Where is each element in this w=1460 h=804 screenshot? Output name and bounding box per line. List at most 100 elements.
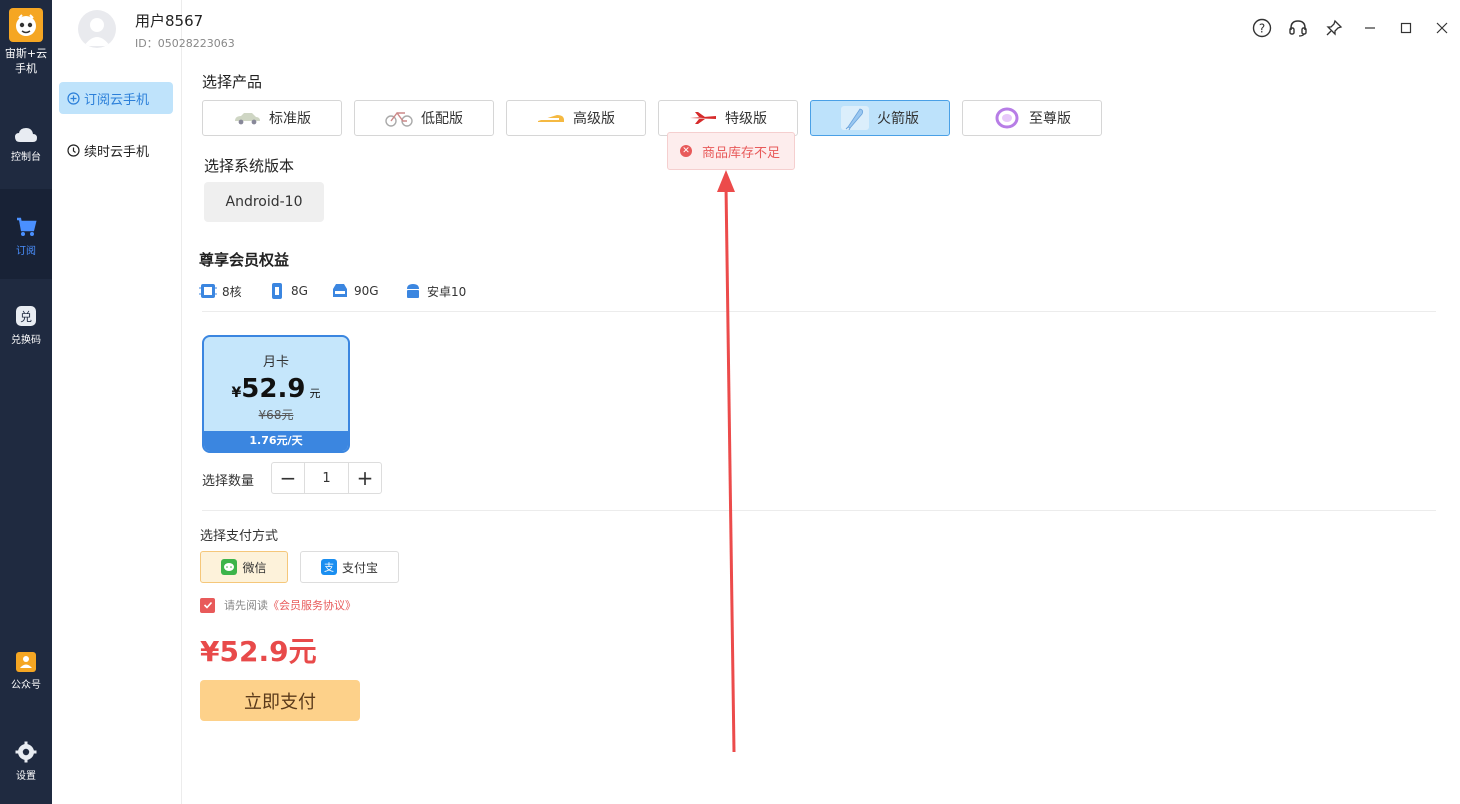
nav-redeem-label: 兑换码 xyxy=(11,335,41,346)
plane-icon xyxy=(689,106,717,130)
product-premium[interactable]: 特级版 xyxy=(658,100,798,136)
divider xyxy=(202,510,1436,511)
username: 用户8567 xyxy=(135,12,204,30)
maximize-button[interactable] xyxy=(1388,14,1424,42)
payment-wechat[interactable]: 微信 xyxy=(200,551,288,583)
cloud-icon xyxy=(15,128,37,142)
train-icon xyxy=(537,106,565,130)
plan-original-price: ¥68元 xyxy=(258,408,294,422)
support-button[interactable] xyxy=(1280,14,1316,42)
product-supreme[interactable]: 至尊版 xyxy=(962,100,1102,136)
plan-price-unit: 元 xyxy=(309,387,321,400)
benefit-android: 安卓10 xyxy=(404,282,466,300)
agreement-checkbox[interactable] xyxy=(200,597,215,613)
benefit-storage: 90G xyxy=(331,282,379,300)
pin-button[interactable] xyxy=(1316,14,1352,42)
benefit-storage-label: 90G xyxy=(354,284,379,298)
svg-text:兑: 兑 xyxy=(20,310,32,324)
benefits-title: 尊享会员权益 xyxy=(199,251,290,269)
error-icon: ✕ xyxy=(680,145,692,157)
product-standard[interactable]: 标准版 xyxy=(202,100,342,136)
svg-text:?: ? xyxy=(1259,22,1265,36)
stock-error-toast: ✕ 商品库存不足 xyxy=(667,132,795,170)
quantity-label: 选择数量 xyxy=(202,474,255,489)
minimize-button[interactable] xyxy=(1352,14,1388,42)
plan-price-value: 52.9 xyxy=(241,374,306,404)
agreement-row: 请先阅读 《会员服务协议》 xyxy=(200,597,356,613)
benefit-cpu: 8核 xyxy=(199,282,242,300)
plan-per-day: 1.76元/天 xyxy=(204,431,348,451)
user-id: ID：05028223063 xyxy=(135,37,235,50)
ring-icon xyxy=(993,106,1021,130)
rocket-icon xyxy=(841,106,869,130)
cpu-icon xyxy=(199,282,217,300)
product-low-label: 低配版 xyxy=(421,111,463,127)
submenu-subscribe-label: 订阅云手机 xyxy=(84,92,150,108)
storage-icon xyxy=(331,282,349,300)
bicycle-icon xyxy=(385,106,413,130)
product-advanced-label: 高级版 xyxy=(573,111,615,127)
divider xyxy=(202,311,1436,312)
nav-official-account[interactable]: 公众号 xyxy=(0,652,52,691)
window-controls: ? xyxy=(1244,14,1460,42)
nav-subscribe-label: 订阅 xyxy=(16,246,36,257)
submenu-renew-phone[interactable]: 续时云手机 xyxy=(59,134,173,166)
plan-price: ¥ 52.9 元 xyxy=(204,374,348,404)
benefit-memory: 8G xyxy=(268,282,308,300)
nav-subscribe[interactable]: 订阅 xyxy=(0,189,52,279)
nav-settings[interactable]: 设置 xyxy=(0,741,52,782)
svg-text:支: 支 xyxy=(324,562,334,573)
pay-now-button[interactable]: 立即支付 xyxy=(200,680,360,721)
avatar[interactable] xyxy=(78,10,116,48)
submenu-subscribe-phone[interactable]: 订阅云手机 xyxy=(59,82,173,114)
system-version-android[interactable]: Android-10 xyxy=(204,182,324,222)
main-content: 选择产品 标准版 低配版 高级版 特级版 火箭版 至尊版 ✕ 商品库存不足 选择… xyxy=(182,58,1460,804)
plus-circle-icon xyxy=(67,91,80,105)
gear-icon xyxy=(15,741,37,763)
help-icon: ? xyxy=(1252,18,1272,38)
user-info: 用户8567 ID：05028223063 xyxy=(135,10,235,51)
product-advanced[interactable]: 高级版 xyxy=(506,100,646,136)
headset-icon xyxy=(1289,20,1307,37)
products-title: 选择产品 xyxy=(202,73,263,91)
maximize-icon xyxy=(1400,22,1412,34)
minimize-icon xyxy=(1365,27,1375,29)
nav-console[interactable]: 控制台 xyxy=(0,126,52,163)
quantity-value[interactable]: 1 xyxy=(304,463,349,493)
alipay-icon: 支 xyxy=(320,559,337,575)
benefit-cpu-label: 8核 xyxy=(222,284,242,299)
android-icon xyxy=(404,282,422,300)
product-supreme-label: 至尊版 xyxy=(1029,111,1071,127)
system-title: 选择系统版本 xyxy=(204,157,295,175)
plan-card-monthly[interactable]: 月卡 ¥ 52.9 元 ¥68元 1.76元/天 xyxy=(202,335,350,453)
memory-icon xyxy=(268,282,286,300)
help-button[interactable]: ? xyxy=(1244,14,1280,42)
pin-icon xyxy=(1326,19,1343,36)
wechat-icon xyxy=(221,559,238,575)
left-nav-bar: 宙斯+云手机 控制台 订阅 兑 兑换码 公众号 设置 xyxy=(0,0,52,804)
benefit-android-label: 安卓10 xyxy=(427,284,467,299)
close-button[interactable] xyxy=(1424,14,1460,42)
quantity-decrease-button[interactable]: − xyxy=(272,463,304,493)
product-low[interactable]: 低配版 xyxy=(354,100,494,136)
nav-console-label: 控制台 xyxy=(11,152,41,163)
cart-icon xyxy=(17,217,37,236)
official-account-icon xyxy=(16,652,36,672)
product-standard-label: 标准版 xyxy=(269,111,311,127)
plan-currency: ¥ xyxy=(231,385,242,401)
car-icon xyxy=(233,106,261,130)
app-logo-icon xyxy=(9,8,43,42)
plan-name: 月卡 xyxy=(262,355,289,370)
payment-alipay[interactable]: 支 支付宝 xyxy=(300,551,399,583)
header: 用户8567 ID：05028223063 ? xyxy=(78,0,1460,58)
agreement-link[interactable]: 《会员服务协议》 xyxy=(268,597,356,613)
payment-wechat-label: 微信 xyxy=(242,560,267,575)
clock-circle-icon xyxy=(67,143,80,157)
agreement-prefix: 请先阅读 xyxy=(224,599,268,612)
close-icon xyxy=(1436,22,1448,34)
nav-settings-label: 设置 xyxy=(16,771,36,782)
nav-redeem[interactable]: 兑 兑换码 xyxy=(0,305,52,346)
toast-text: 商品库存不足 xyxy=(702,145,781,161)
product-rocket[interactable]: 火箭版 xyxy=(810,100,950,136)
quantity-increase-button[interactable]: + xyxy=(349,463,381,493)
